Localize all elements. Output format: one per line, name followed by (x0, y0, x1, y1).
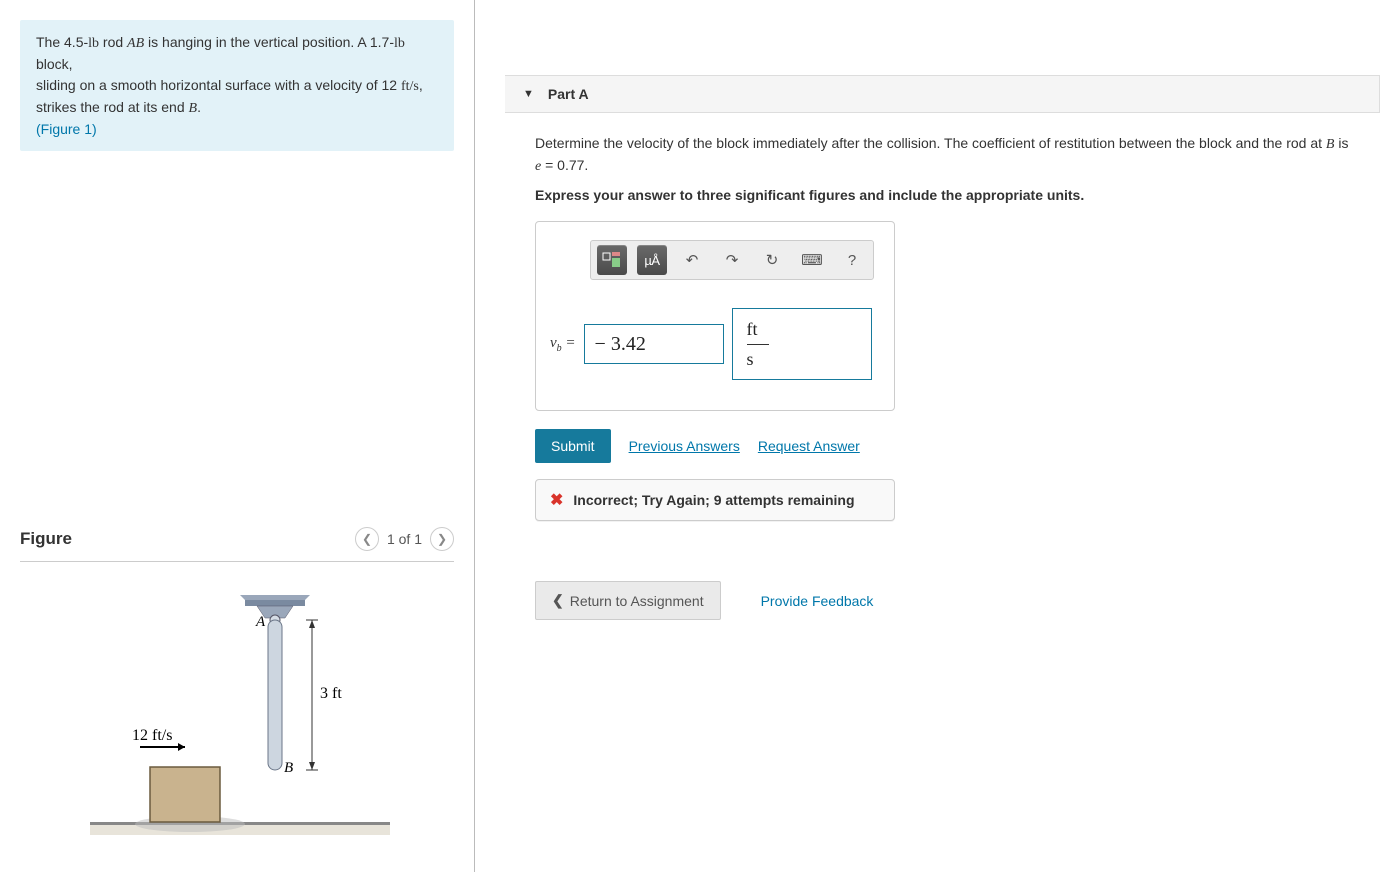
text: . (197, 99, 201, 115)
undo-button[interactable]: ↶ (677, 245, 707, 275)
figure-link[interactable]: (Figure 1) (36, 121, 97, 137)
part-title: Part A (548, 86, 589, 102)
label-a: A (255, 614, 266, 630)
figure-pager: 1 of 1 (387, 531, 422, 547)
request-answer-link[interactable]: Request Answer (758, 438, 860, 454)
keyboard-button[interactable]: ⌨ (797, 245, 827, 275)
text: strikes the rod at its end (36, 99, 189, 115)
text: , (419, 77, 423, 93)
feedback-box: ✖ Incorrect; Try Again; 9 attempts remai… (535, 479, 895, 521)
length-label: 3 ft (320, 685, 342, 702)
point-name: B (189, 101, 198, 116)
previous-answers-link[interactable]: Previous Answers (629, 438, 740, 454)
provide-feedback-link[interactable]: Provide Feedback (761, 593, 874, 609)
return-label: Return to Assignment (570, 593, 704, 609)
text: rod (99, 34, 127, 50)
instruction-text: Express your answer to three significant… (535, 187, 1350, 203)
text: sliding on a smooth horizontal surface w… (36, 77, 401, 93)
return-button[interactable]: ❮ Return to Assignment (535, 581, 721, 620)
feedback-text: Incorrect; Try Again; 9 attempts remaini… (573, 492, 854, 508)
unit: ft/s (401, 79, 419, 94)
label-b: B (284, 760, 293, 776)
text: is hanging in the vertical position. A 1… (144, 34, 394, 50)
reset-button[interactable]: ↻ (757, 245, 787, 275)
collapse-icon: ▼ (523, 88, 534, 100)
figure-image: 12 ft/s A B 3 ft (20, 562, 454, 852)
velocity-label: 12 ft/s (132, 727, 172, 744)
question-text: Determine the velocity of the block imme… (535, 133, 1350, 177)
text: The 4.5- (36, 34, 88, 50)
equation-toolbar: µÅ ↶ ↷ ↻ ⌨ ? (590, 240, 874, 280)
unit-input[interactable]: ft s (732, 308, 872, 380)
text: block, (36, 56, 73, 72)
redo-button[interactable]: ↷ (717, 245, 747, 275)
answer-variable: vb = (550, 335, 576, 354)
figure-next-button[interactable]: ❯ (430, 527, 454, 551)
part-header[interactable]: ▼ Part A (505, 75, 1380, 113)
rod-name: AB (127, 36, 144, 51)
submit-button[interactable]: Submit (535, 429, 611, 463)
unit-denominator: s (747, 349, 754, 370)
fraction-line (747, 344, 769, 345)
answer-box: µÅ ↶ ↷ ↻ ⌨ ? vb = − 3.42 ft s (535, 221, 895, 411)
figure-title: Figure (20, 529, 72, 549)
help-button[interactable]: ? (837, 245, 867, 275)
unit-numerator: ft (747, 319, 758, 340)
unit: lb (394, 36, 405, 51)
value-input[interactable]: − 3.42 (584, 324, 724, 364)
templates-button[interactable] (597, 245, 627, 275)
incorrect-icon: ✖ (550, 490, 563, 510)
figure-prev-button[interactable]: ❮ (355, 527, 379, 551)
chevron-left-icon: ❮ (552, 592, 564, 609)
units-button[interactable]: µÅ (637, 245, 667, 275)
problem-statement: The 4.5-lb rod AB is hanging in the vert… (20, 20, 454, 151)
unit: lb (88, 36, 99, 51)
